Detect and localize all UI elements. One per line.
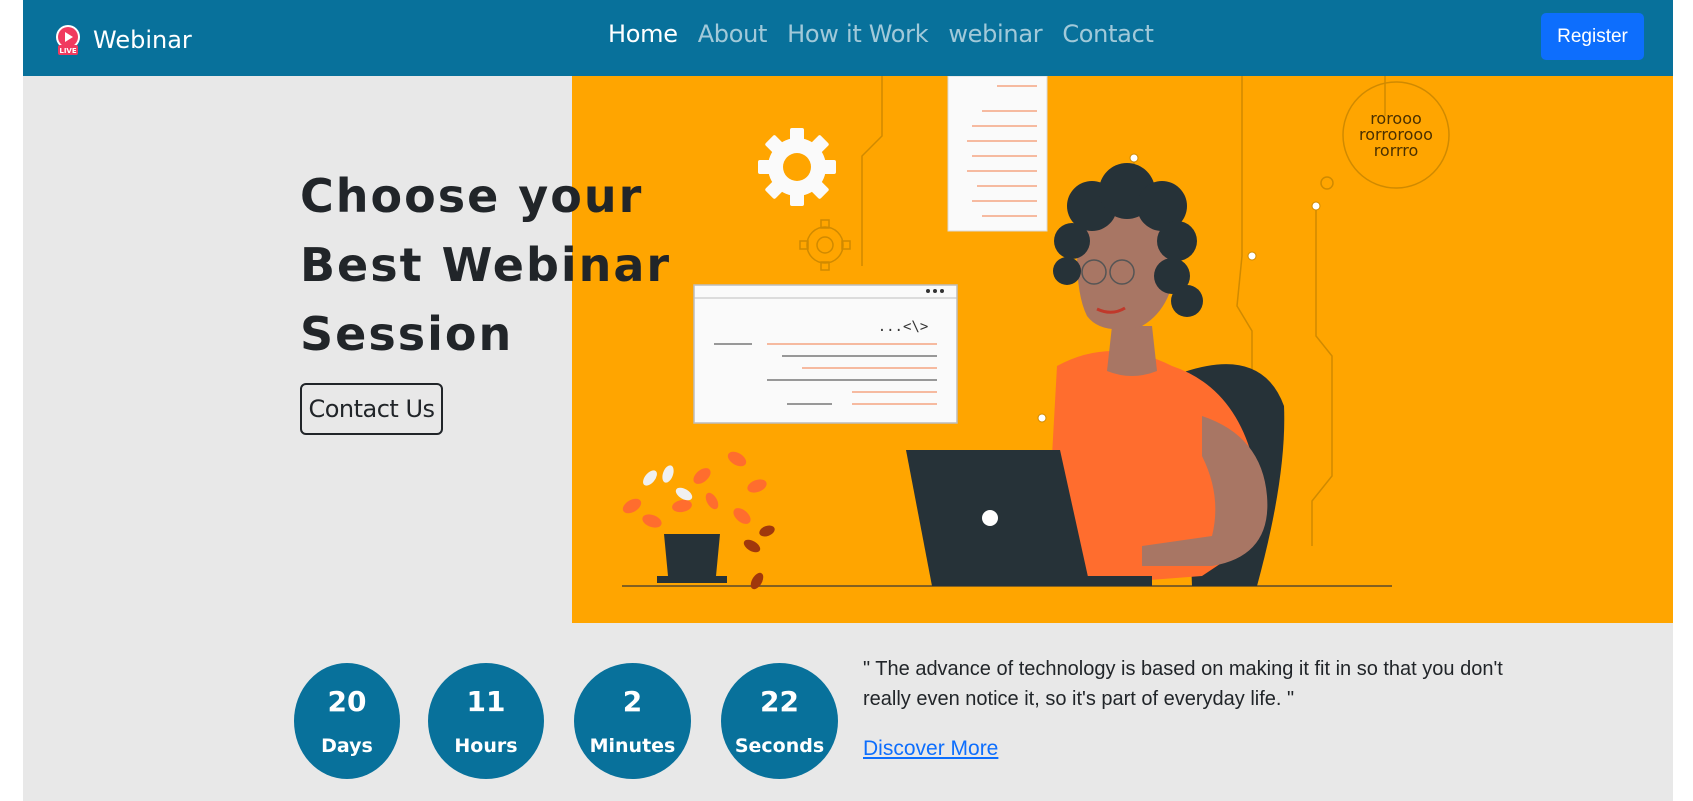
quote-text: " The advance of technology is based on … [863,658,1503,710]
plant-icon [622,451,775,590]
live-play-icon: LIVE [56,25,80,55]
nav-link-home[interactable]: Home [608,20,678,48]
discover-more-link[interactable]: Discover More [863,737,998,761]
countdown-seconds-value: 22 [760,685,799,718]
nav-link-webinar[interactable]: webinar [948,20,1042,48]
nav-links: Home About How it Work webinar Contact [608,20,1174,48]
nav-link-how-it-work[interactable]: How it Work [787,20,928,48]
countdown-minutes-value: 2 [622,685,643,718]
brand[interactable]: LIVE Webinar [53,22,192,58]
countdown-seconds-label: Seconds [734,735,825,757]
code-window: ...<\> [693,284,958,424]
countdown-minutes-label: Minutes [589,735,676,757]
document-panel [947,76,1048,232]
hero-illustration-art: rorooo rorrorooo rorrro ...<\> [622,76,1450,590]
binary-line-3: rorrro [1374,141,1419,160]
hero-title-line-3: Session [300,307,514,361]
page: LIVE Webinar Home About How it Work webi… [23,0,1673,801]
countdown-days: 20 Days [294,663,400,779]
gear-outline-icon [799,219,851,271]
countdown-hours-label: Hours [454,735,518,757]
countdown-days-value: 20 [327,685,367,718]
countdown-hours-value: 11 [466,685,506,718]
nav-link-contact[interactable]: Contact [1062,20,1154,48]
hero-title: Choose your Best Webinar Session [300,162,680,369]
nav-link-about[interactable]: About [698,20,768,48]
brand-name: Webinar [93,26,192,54]
register-button[interactable]: Register [1541,13,1644,60]
hero-title-line-2: Best Webinar [300,238,672,292]
svg-text:LIVE: LIVE [59,47,76,55]
contact-us-button[interactable]: Contact Us [300,383,443,435]
code-tag: ...<\> [878,319,929,335]
countdown-minutes: 2 Minutes [574,663,691,779]
countdown-hours: 11 Hours [428,663,544,779]
gear-icon [758,128,836,206]
navbar: LIVE Webinar Home About How it Work webi… [23,0,1673,76]
countdown-seconds: 22 Seconds [721,663,838,779]
hero-title-line-1: Choose your [300,169,644,223]
hero-illustration: rorooo rorrorooo rorrro ...<\> [572,76,1673,623]
countdown-days-label: Days [321,735,373,757]
